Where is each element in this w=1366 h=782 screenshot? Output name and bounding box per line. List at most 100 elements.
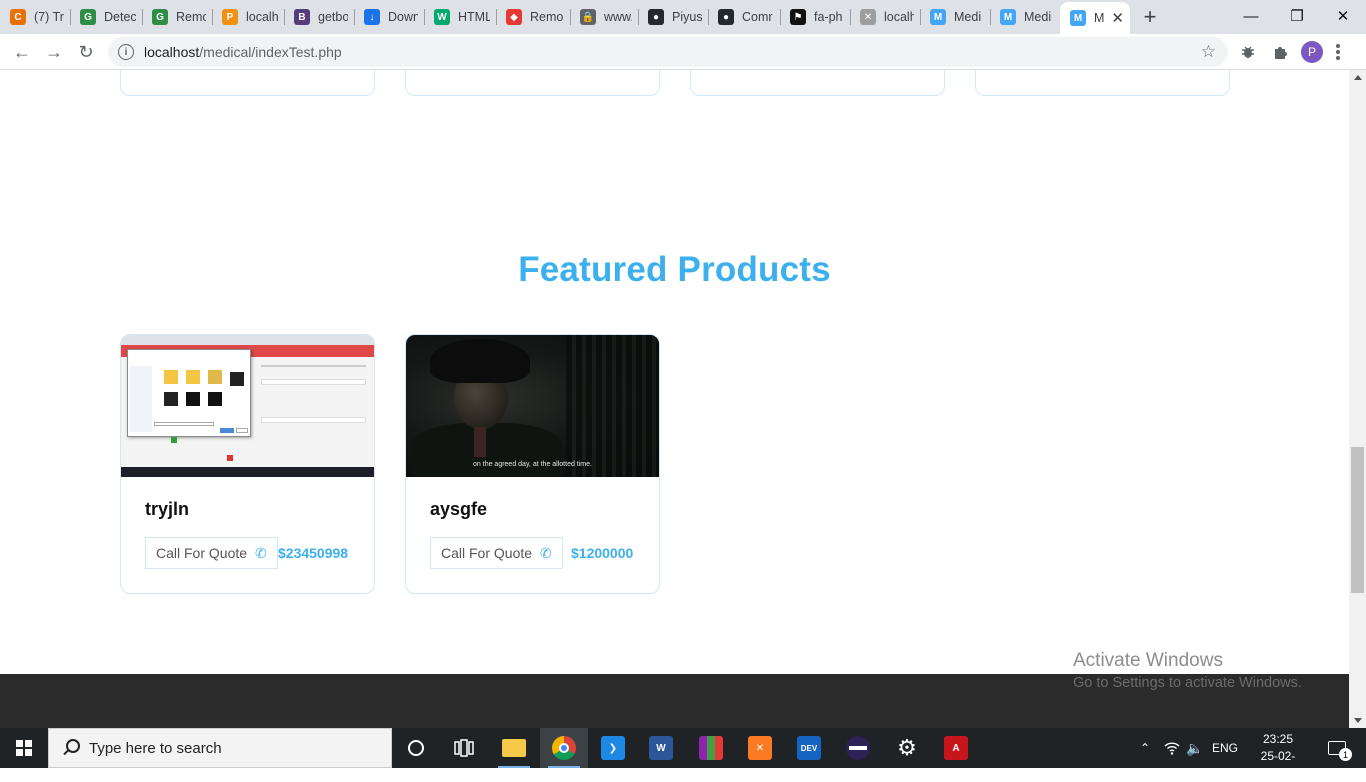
xampp-icon: ✕ [860,9,876,25]
taskbar-app-chrome[interactable] [540,728,588,768]
clock-time: 23:25 [1262,732,1294,746]
system-clock[interactable]: 23:25 25-02-2021 [1248,731,1308,782]
product-card[interactable]: on the agreed day, at the allotted time.… [405,334,660,594]
tab-title: (7) Tra [34,10,64,24]
browser-tab[interactable]: G Remo [142,0,212,34]
chrome-icon [552,736,576,760]
site-info-icon[interactable]: i [118,44,134,60]
browser-tab[interactable]: ✕ localh [850,0,920,34]
loading-c-icon: C [10,9,26,25]
medical-site-icon: M [1070,10,1086,26]
volume-icon[interactable]: 🔈 [1186,728,1203,768]
scroll-down-arrow-icon[interactable] [1354,718,1362,723]
tab-title: localh [884,10,914,24]
taskbar-app-xampp[interactable]: ✕ [736,728,784,768]
tab-title: HTML [458,10,490,24]
font-awesome-flag-icon: ⚑ [790,9,806,25]
taskbar-app-winrar[interactable] [687,728,735,768]
browser-tab[interactable]: G Detec [70,0,142,34]
restore-button[interactable]: ❐ [1274,0,1320,32]
previous-card-bottom [120,70,375,96]
address-bar[interactable]: i localhost/medical/indexTest.php ☆ [108,37,1228,67]
github-icon: ● [648,9,664,25]
scrollbar-thumb[interactable] [1351,447,1364,593]
tab-title: Detec [104,10,136,24]
cortana-icon [408,740,424,756]
browser-tab[interactable]: ⚑ fa-ph [780,0,850,34]
product-image[interactable] [121,335,374,477]
action-center-button[interactable]: 1 [1322,728,1352,768]
minimize-button[interactable]: — [1228,0,1274,32]
browser-tab[interactable]: W HTML [424,0,496,34]
tab-title: Piyus [672,10,702,24]
product-name[interactable]: tryjln [145,499,189,520]
task-view-button[interactable] [440,728,488,768]
phone-icon: ✆ [255,544,267,561]
browser-tab[interactable]: M Medi [990,0,1060,34]
tab-title: M [1094,11,1105,25]
search-placeholder: Type here to search [89,739,222,757]
tray-overflow-icon[interactable]: ⌃ [1140,728,1150,768]
taskbar-app-eclipse[interactable] [834,728,882,768]
product-name[interactable]: aysgfe [430,499,487,520]
browser-tab[interactable]: Bgetbo [284,0,354,34]
bookmark-star-icon[interactable]: ☆ [1201,42,1216,62]
call-for-quote-button[interactable]: Call For Quote ✆ [430,537,563,569]
extension-bug-icon[interactable] [1238,42,1258,62]
call-for-quote-button[interactable]: Call For Quote ✆ [145,537,278,569]
github-icon: ● [718,9,734,25]
browser-tab[interactable]: M M ✕ [1060,2,1130,34]
profile-avatar[interactable]: P [1301,41,1323,63]
browser-tab[interactable]: Plocalh [212,0,284,34]
browser-tab[interactable]: ● Comr [708,0,780,34]
forward-button[interactable]: → [40,38,68,66]
url-text[interactable]: localhost/medical/indexTest.php [144,44,342,60]
geeksforgeeks-icon: G [152,9,168,25]
extensions-puzzle-icon[interactable] [1270,42,1290,62]
task-view-icon [454,739,474,757]
phpmyadmin-icon: P [222,9,238,25]
product-image[interactable]: on the agreed day, at the allotted time. [406,335,659,477]
devcpp-icon: DEV [797,736,821,760]
xampp-icon: ✕ [748,736,772,760]
notification-icon: 1 [1328,741,1352,761]
browser-tab[interactable]: C (7) Tra [0,0,70,34]
taskbar-app-word[interactable]: W [637,728,685,768]
product-card[interactable]: tryjln Call For Quote ✆ $23450998 [120,334,375,594]
taskbar-app-vscode[interactable]: ❯ [589,728,637,768]
taskbar-app-settings[interactable]: ⚙ [883,728,931,768]
browser-tab[interactable]: ● Piyus [638,0,708,34]
page-scrollbar[interactable] [1349,70,1366,728]
search-icon [61,739,80,757]
wifi-icon[interactable] [1164,728,1180,768]
tab-title: Remo [530,10,564,24]
scroll-up-arrow-icon[interactable] [1354,75,1362,80]
taskbar-app-devcpp[interactable]: DEV [785,728,833,768]
browser-tab[interactable]: 🔒 www. [570,0,638,34]
cortana-button[interactable] [392,728,440,768]
new-tab-button[interactable]: + [1130,0,1170,34]
close-tab-icon[interactable]: ✕ [1111,9,1124,27]
tab-title: fa-ph [814,10,843,24]
taskbar-app-file-explorer[interactable] [490,728,538,768]
input-language[interactable]: ENG [1212,728,1238,768]
image-subtitle: on the agreed day, at the allotted time. [473,461,592,468]
start-button[interactable] [0,728,48,768]
lock-icon: 🔒 [580,9,596,25]
close-window-button[interactable]: ✕ [1320,0,1366,32]
call-for-quote-label: Call For Quote [156,545,248,561]
previous-card-bottom [975,70,1230,96]
tab-strip: C(7) TraGDetecGRemoPlocalhBgetbo↓DownWHT… [0,0,1366,34]
browser-tab[interactable]: ↓ Down [354,0,424,34]
taskbar-search[interactable]: Type here to search [48,728,392,768]
product-price: $1200000 [571,545,634,561]
back-button[interactable]: ← [8,38,36,66]
acrobat-icon: A [944,736,968,760]
taskbar-app-acrobat[interactable]: A [932,728,980,768]
url-host: localhost [144,44,200,60]
geeksforgeeks-icon: G [80,9,96,25]
browser-menu-icon[interactable] [1336,44,1340,60]
browser-tab[interactable]: M Medi [920,0,990,34]
reload-button[interactable]: ↻ [72,38,100,66]
browser-tab[interactable]: ◆ Remo [496,0,570,34]
